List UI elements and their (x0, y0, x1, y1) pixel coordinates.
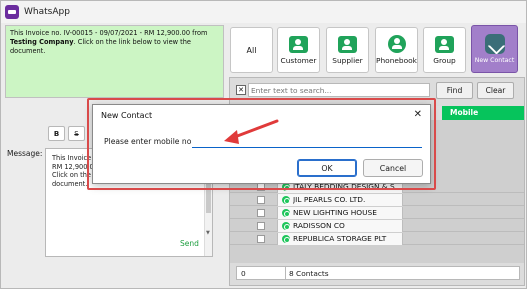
contact-name-cell: NEW LIGHTING HOUSE (277, 207, 403, 219)
contacts-footer: 0 8 Contacts (236, 266, 520, 280)
window-title: WhatsApp (24, 7, 70, 17)
contact-name-cell: REPUBLICA STORAGE PLT (277, 233, 403, 245)
category-phonebook-button[interactable]: Phonebook (375, 27, 418, 73)
selected-count: 0 (241, 269, 246, 278)
search-input[interactable] (248, 83, 430, 97)
message-preview: This Invoice no. IV-00015 - 09/07/2021 -… (5, 25, 224, 98)
category-all-button[interactable]: All (230, 27, 273, 73)
category-customer-button[interactable]: Customer (277, 27, 320, 73)
cancel-button[interactable]: Cancel (363, 159, 423, 177)
mobile-column-header[interactable]: Mobile (442, 106, 524, 120)
strikethrough-button[interactable]: S (68, 126, 85, 141)
title-bar: WhatsApp (1, 1, 526, 23)
group-icon (435, 35, 454, 53)
table-row[interactable]: REPUBLICA STORAGE PLT (230, 233, 524, 245)
footer-divider (285, 267, 286, 279)
contact-name-cell: JIL PEARLS CO. LTD. (277, 194, 403, 206)
clear-button[interactable]: Clear (477, 82, 514, 99)
category-new-contact-button[interactable]: New Contact (471, 25, 518, 73)
dialog-title: New Contact (101, 111, 153, 120)
customer-icon (289, 35, 308, 53)
bold-button[interactable]: B (48, 126, 65, 141)
preview-company: Testing Company (10, 38, 74, 46)
whatsapp-icon (282, 183, 290, 191)
contact-name-cell: RADISSON CO (277, 220, 403, 232)
category-supplier-button[interactable]: Supplier (326, 27, 369, 73)
mobile-number-input[interactable] (192, 134, 422, 148)
category-group-button[interactable]: Group (423, 27, 466, 73)
whatsapp-icon (282, 222, 290, 230)
message-label: Message: (7, 149, 43, 158)
whatsapp-icon (282, 196, 290, 204)
supplier-icon (338, 35, 357, 53)
row-checkbox[interactable] (257, 183, 265, 191)
row-checkbox[interactable] (257, 235, 265, 243)
clear-search-icon[interactable]: ✕ (236, 85, 246, 95)
new-contact-phone-icon (484, 34, 505, 54)
ok-button[interactable]: OK (297, 159, 357, 177)
phonebook-icon (387, 35, 406, 53)
whatsapp-icon (282, 209, 290, 217)
new-contact-dialog: New Contact ✕ Please enter mobile no. OK… (92, 104, 431, 184)
contacts-count: 8 Contacts (289, 269, 329, 278)
whatsapp-app-icon (5, 5, 19, 19)
row-checkbox[interactable] (257, 209, 265, 217)
table-row[interactable]: NEW LIGHTING HOUSE (230, 207, 524, 219)
close-icon[interactable]: ✕ (414, 109, 422, 120)
mobile-prompt-label: Please enter mobile no. (104, 137, 194, 146)
table-row[interactable]: RADISSON CO (230, 220, 524, 232)
scroll-down-arrow-icon[interactable]: ▼ (206, 230, 210, 236)
table-row[interactable]: JIL PEARLS CO. LTD. (230, 194, 524, 206)
send-link[interactable]: Send (180, 239, 199, 248)
row-checkbox[interactable] (257, 222, 265, 230)
row-checkbox[interactable] (257, 196, 265, 204)
find-button[interactable]: Find (436, 82, 473, 99)
preview-line1: This Invoice no. IV-00015 - 09/07/2021 -… (10, 29, 208, 37)
whatsapp-icon (282, 235, 290, 243)
